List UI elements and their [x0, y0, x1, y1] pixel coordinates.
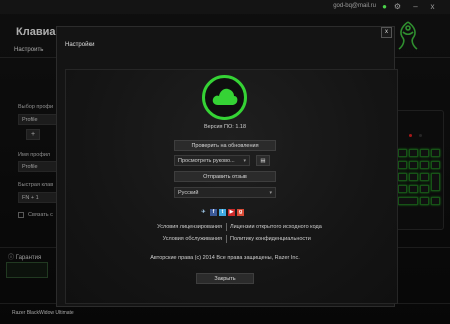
copyright-text: Авторские права (c) 2014 Все права защищ… — [150, 255, 300, 261]
twitter-icon[interactable]: t — [219, 209, 226, 216]
language-select-value: Русский — [178, 190, 199, 196]
language-select[interactable]: Русский ▾ — [174, 187, 276, 198]
manual-select[interactable]: Просмотреть руково... ▾ — [174, 155, 250, 166]
dialog-title: Настройки — [65, 42, 95, 48]
document-icon: ▤ — [260, 158, 266, 164]
manual-select-value: Просмотреть руково... — [178, 158, 235, 164]
chevron-down-icon: ▾ — [243, 158, 246, 164]
row-separator — [226, 223, 227, 231]
row-separator — [226, 235, 227, 243]
app-window: god-bq@mail.ru ● ⚙ – x Клавиа Настроить … — [0, 0, 450, 324]
close-dialog-button[interactable]: Закрыть — [196, 273, 254, 284]
open-manual-button[interactable]: ▤ — [256, 155, 270, 166]
title-bar: god-bq@mail.ru ● ⚙ – x — [0, 0, 450, 14]
minimize-icon[interactable]: – — [411, 2, 420, 11]
razer-status-icon[interactable]: ● — [380, 2, 389, 11]
youtube-icon[interactable]: ▶ — [228, 209, 235, 216]
google-plus-icon[interactable]: g — [237, 209, 244, 216]
chevron-down-icon: ▾ — [269, 190, 272, 196]
dialog-close-icon[interactable]: x — [381, 27, 392, 38]
cloud-icon — [202, 75, 247, 120]
service-terms-label: Условия обслуживания — [162, 236, 222, 242]
facebook-icon[interactable]: f — [210, 209, 217, 216]
gear-icon[interactable]: ⚙ — [393, 2, 402, 11]
check-updates-button[interactable]: Проверить на обновления — [174, 140, 276, 151]
software-version: Версия ПО: 1.18 — [203, 124, 247, 130]
close-window-icon[interactable]: x — [428, 2, 437, 11]
account-email[interactable]: god-bq@mail.ru — [333, 3, 376, 9]
twitter-bird-icon[interactable]: ✈ — [200, 209, 207, 216]
license-terms-label: Условия лицензирования — [157, 224, 222, 230]
open-source-licenses-link[interactable]: Лицензии открытого исходного кода — [230, 224, 322, 230]
cloud-shape-icon — [212, 88, 238, 105]
send-feedback-button[interactable]: Отправить отзыв — [174, 171, 276, 182]
privacy-policy-link[interactable]: Политику конфиденциальности — [230, 236, 311, 242]
